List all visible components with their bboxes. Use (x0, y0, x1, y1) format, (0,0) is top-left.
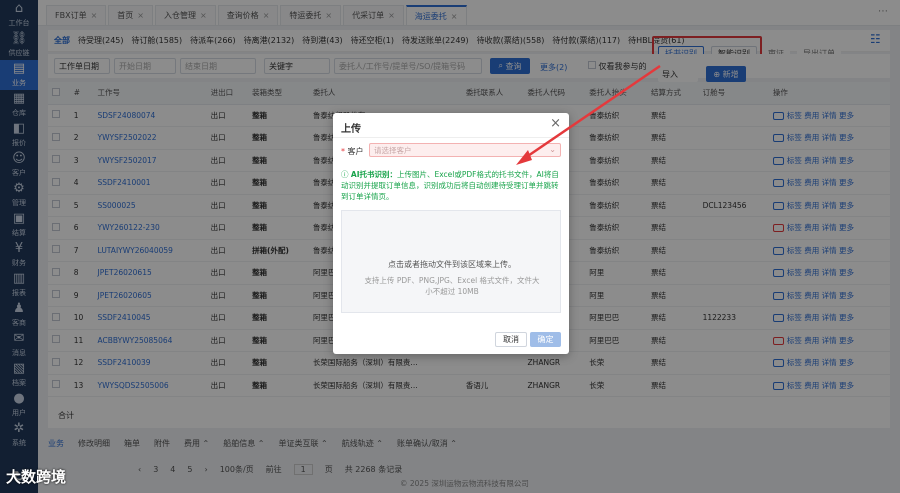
watermark: 大数跨境 (6, 468, 67, 486)
dropzone-sub-text: 支持上传 PDF、PNG,JPG、Excel 格式文件，文件大小不超过 10MB (364, 276, 540, 296)
confirm-button[interactable]: 确定 (530, 332, 561, 347)
customer-label: * 客户 (341, 147, 364, 156)
ai-tip: ⓘ AI托书识别：上传图片、Excel或PDF格式的托书文件，AI将自动识别并提… (341, 169, 563, 202)
ai-tip-title: AI托书识别： (350, 170, 397, 179)
upload-modal: 上传 × * 客户 请选择客户 ⌄ ⓘ AI托书识别：上传图片、Excel或PD… (333, 113, 569, 354)
chevron-down-icon: ⌄ (549, 145, 556, 154)
cancel-button[interactable]: 取消 (495, 332, 527, 347)
customer-select[interactable]: 请选择客户 ⌄ (369, 143, 561, 157)
modal-title: 上传 (341, 124, 361, 135)
customer-placeholder: 请选择客户 (374, 145, 412, 155)
close-icon[interactable]: × (550, 116, 561, 131)
info-icon: ⓘ (341, 170, 351, 179)
dropzone-main-text: 点击或者拖动文件到该区域来上传。 (388, 260, 516, 269)
customer-label-text: 客户 (347, 147, 364, 156)
modal-divider (333, 137, 569, 138)
upload-dropzone[interactable]: 点击或者拖动文件到该区域来上传。 支持上传 PDF、PNG,JPG、Excel … (341, 210, 561, 313)
